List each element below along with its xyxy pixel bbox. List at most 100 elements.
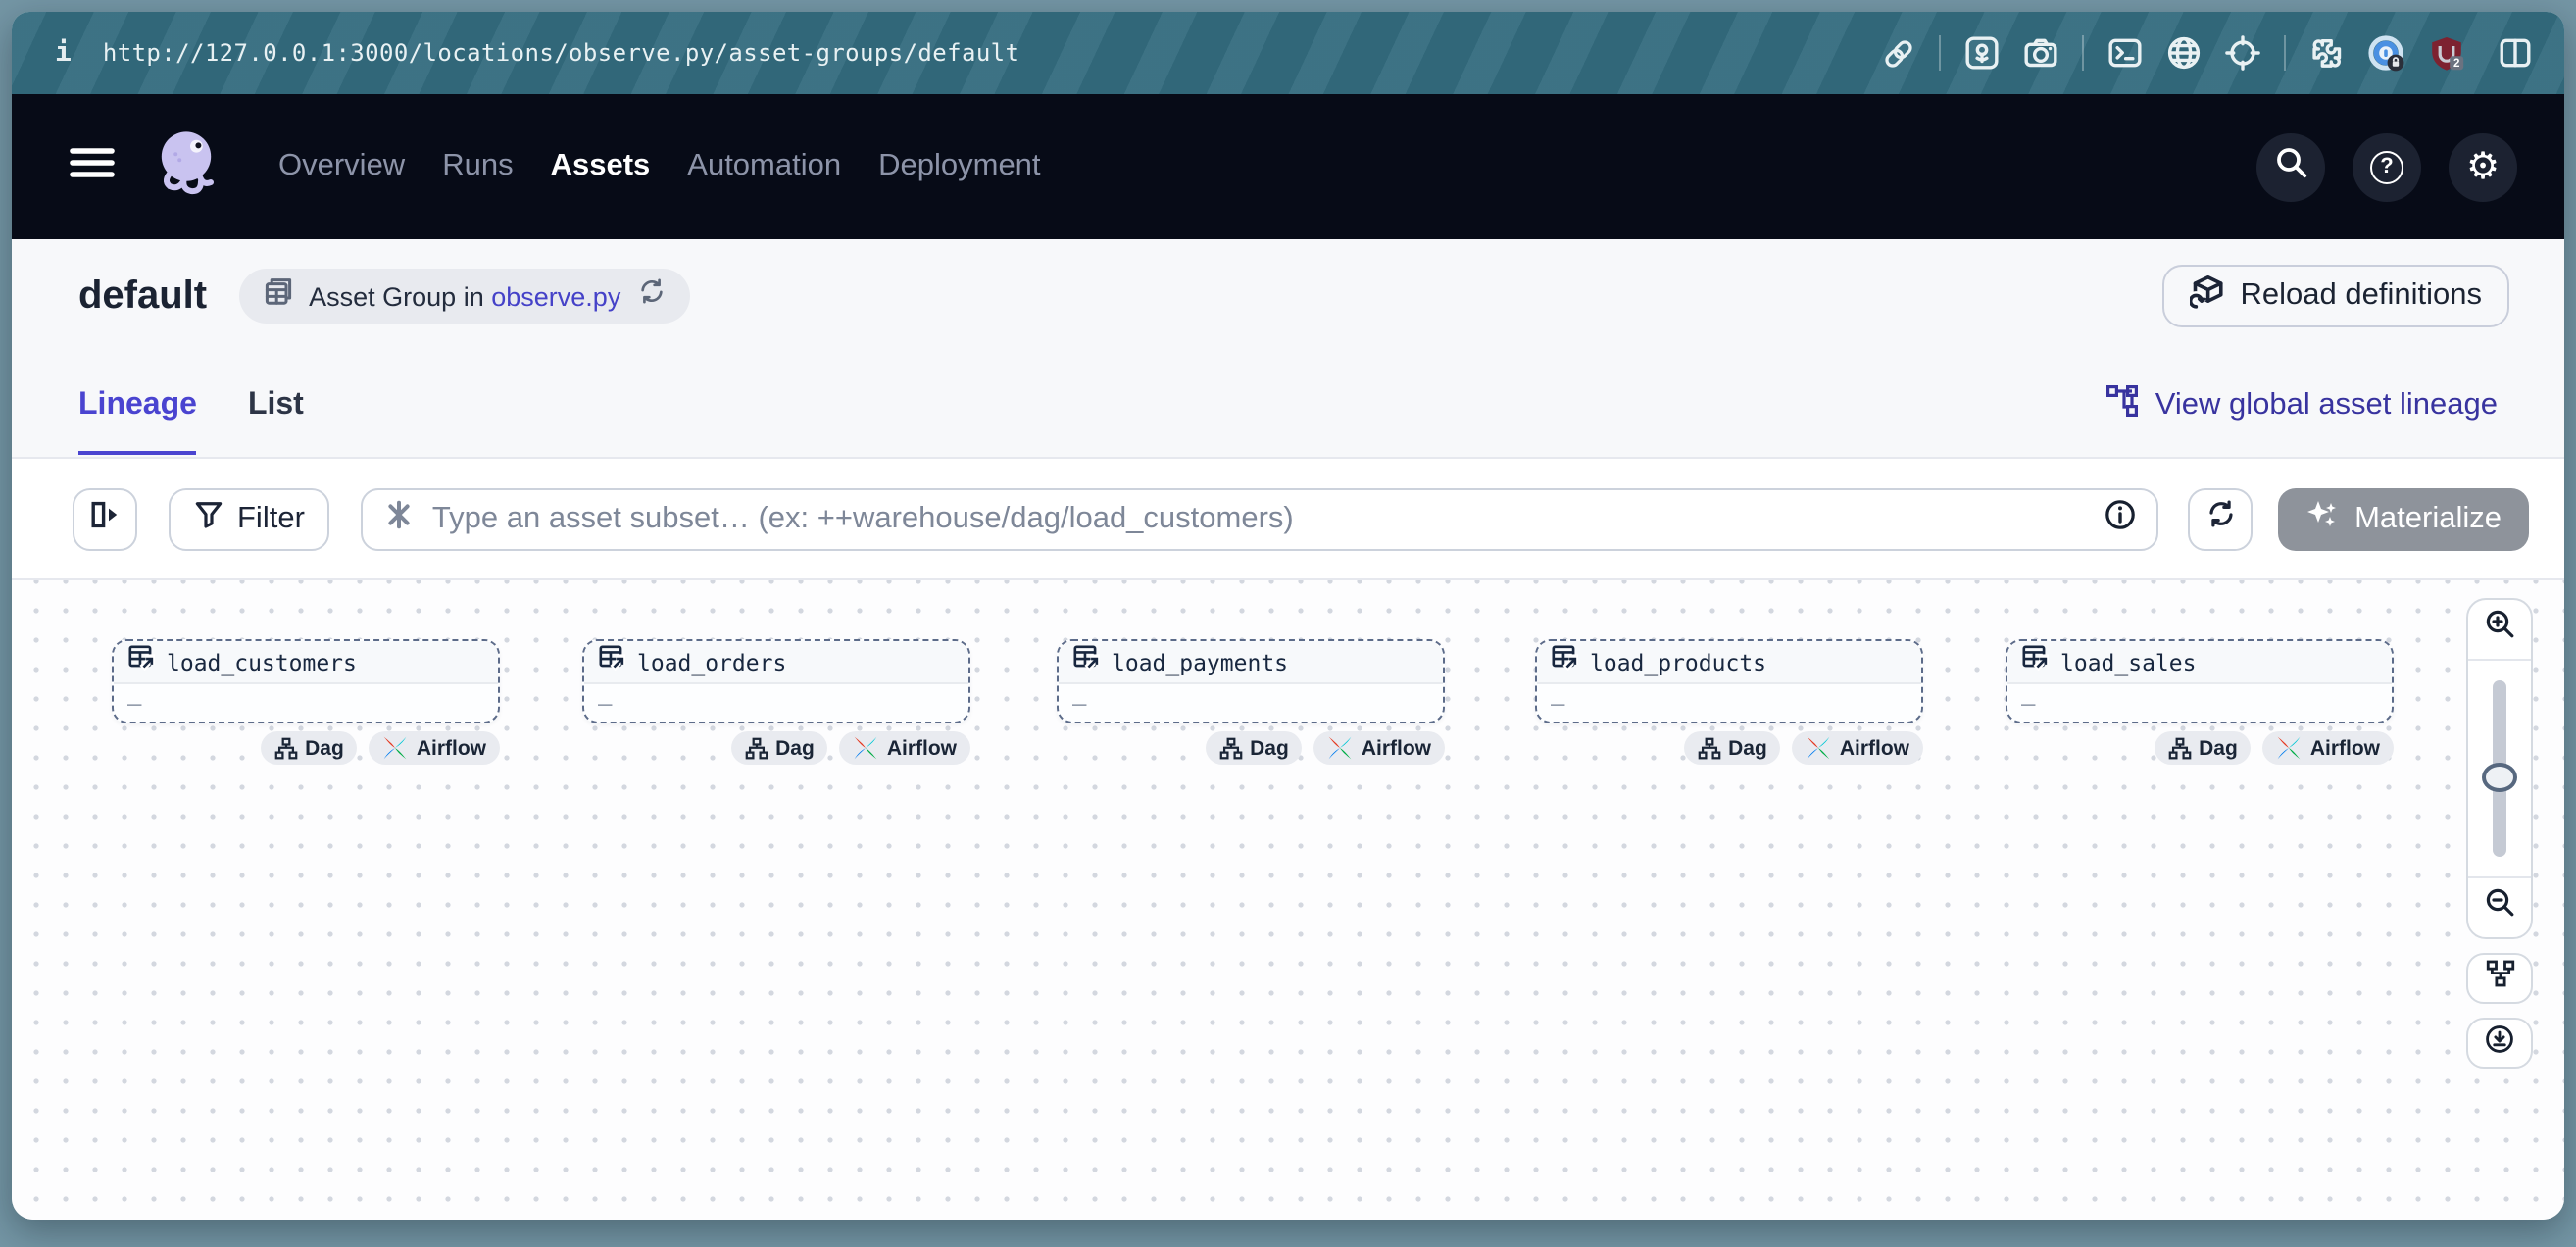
content-blocker-shield-icon[interactable]: 2 [2429,34,2466,72]
download-circle-icon [2484,1023,2515,1064]
refresh-graph-button[interactable] [2188,487,2253,550]
nav-item-runs[interactable]: Runs [442,149,513,184]
asset-node: load_payments – Dag Airflow [1057,639,1445,765]
nav-item-assets[interactable]: Assets [551,149,651,184]
zoom-out-icon [2483,886,2516,929]
tag-dag[interactable]: Dag [1683,731,1781,765]
camera-icon[interactable] [2023,35,2058,71]
tag-dag[interactable]: Dag [2154,731,2252,765]
tag-airflow[interactable]: Airflow [1793,731,1923,765]
tag-airflow[interactable]: Airflow [1314,731,1445,765]
asset-table-icon [1551,643,1578,680]
question-icon: ? [2370,150,2403,183]
reload-definitions-button[interactable]: Reload definitions [2162,265,2509,327]
asset-subset-field [362,487,2158,550]
table-stack-icon [262,275,293,317]
asset-group-badge: Asset Group in observe.py [238,269,689,324]
code-location-link[interactable]: observe.py [491,281,620,311]
page-header: default Asset Group in observe.py Reload… [12,239,2564,353]
zoom-out-button[interactable] [2468,878,2531,937]
filter-button[interactable]: Filter [169,487,330,550]
desktop: i http://127.0.0.1:3000/locations/observ… [0,0,2576,1247]
terminal-icon[interactable] [2107,35,2143,71]
funnel-icon [194,499,223,538]
app-navbar: Overview Runs Assets Automation Deployme… [12,94,2564,239]
asset-node-box[interactable]: load_payments – [1057,639,1445,723]
asset-node-box[interactable]: load_sales – [2006,639,2394,723]
asset-table-icon [1072,643,1100,680]
titlebar-separator [2284,35,2286,71]
asset-node: load_products – Dag Airflow [1535,639,1923,765]
extensions-puzzle-icon[interactable] [2309,35,2345,71]
tab-lineage[interactable]: Lineage [78,353,197,457]
tag-dag[interactable]: Dag [260,731,358,765]
graph-layout-icon [2485,959,2514,998]
info-circle-icon[interactable] [2104,497,2137,540]
nav-item-automation[interactable]: Automation [687,149,841,184]
materialize-button[interactable]: Materialize [2278,487,2529,550]
zoom-in-button[interactable] [2468,600,2531,659]
tabs-row: Lineage List View global asset lineage [12,353,2564,459]
asset-node: load_sales – Dag Airflow [2006,639,2394,765]
blocked-count-badge: 2 [2453,56,2459,69]
materialize-label: Materialize [2354,501,2502,536]
view-global-asset-lineage-link[interactable]: View global asset lineage [2106,353,2498,457]
asset-node-box[interactable]: load_products – [1535,639,1923,723]
tab-list[interactable]: List [248,353,304,457]
url-bar[interactable]: http://127.0.0.1:3000/locations/observe.… [103,39,1020,67]
browser-titlebar: i http://127.0.0.1:3000/locations/observ… [12,12,2564,94]
nav-item-overview[interactable]: Overview [278,149,405,184]
asset-node: load_customers – Dag Airflow [112,639,500,765]
lineage-canvas[interactable]: load_customers – Dag Airflow load_orders… [12,580,2564,1220]
tag-airflow[interactable]: Airflow [2263,731,2394,765]
tag-airflow[interactable]: Airflow [840,731,970,765]
split-view-icon[interactable] [2498,35,2533,71]
asset-subset-input[interactable] [432,501,2088,536]
browser-window: i http://127.0.0.1:3000/locations/observ… [12,12,2564,1220]
reload-definitions-label: Reload definitions [2241,278,2482,314]
titlebar-separator [2082,35,2084,71]
node-status: – [1072,689,1086,717]
reload-cube-icon [2190,274,2225,319]
rearrange-layout-button[interactable] [2466,953,2533,1004]
tag-dag[interactable]: Dag [730,731,828,765]
tag-dag[interactable]: Dag [1205,731,1303,765]
filter-label: Filter [237,501,305,536]
settings-button[interactable]: ⚙ [2449,132,2517,201]
image-capture-icon[interactable] [1964,35,2000,71]
search-button[interactable] [2256,132,2325,201]
sparkles-icon [2305,497,2339,540]
node-status: – [1551,689,1564,717]
open-side-panel-button[interactable] [73,487,137,550]
node-status: – [127,689,141,717]
info-icon: i [55,37,72,69]
panel-toggle-icon [88,497,122,540]
sync-icon[interactable] [636,276,666,316]
globe-icon[interactable] [2166,35,2202,71]
nav-item-deployment[interactable]: Deployment [878,149,1040,184]
link-icon[interactable] [1882,36,1915,70]
zoom-slider-thumb[interactable] [2482,763,2517,792]
search-icon [2273,144,2308,189]
nav-items: Overview Runs Assets Automation Deployme… [278,149,1041,184]
lineage-toolbar: Filter Materialize [12,459,2564,580]
asset-table-icon [598,643,625,680]
asset-node: load_orders – Dag Airflow [582,639,970,765]
titlebar-separator [1939,35,1941,71]
asset-table-icon [127,643,155,680]
asset-node-box[interactable]: load_orders – [582,639,970,723]
page-title: default [78,274,207,319]
asset-node-box[interactable]: load_customers – [112,639,500,723]
tag-airflow[interactable]: Airflow [370,731,500,765]
dagster-logo[interactable] [151,125,222,208]
refresh-icon [2204,498,2236,539]
crosshair-icon[interactable] [2225,35,2260,71]
zoom-in-icon [2483,608,2516,651]
lineage-graph-icon [2106,383,2140,426]
recenter-view-button[interactable] [2466,1018,2533,1069]
node-status: – [598,689,612,717]
zoom-controls [2466,598,2533,1069]
password-manager-icon[interactable] [2368,34,2405,72]
menu-hamburger-icon[interactable] [69,142,116,191]
help-button[interactable]: ? [2353,132,2421,201]
